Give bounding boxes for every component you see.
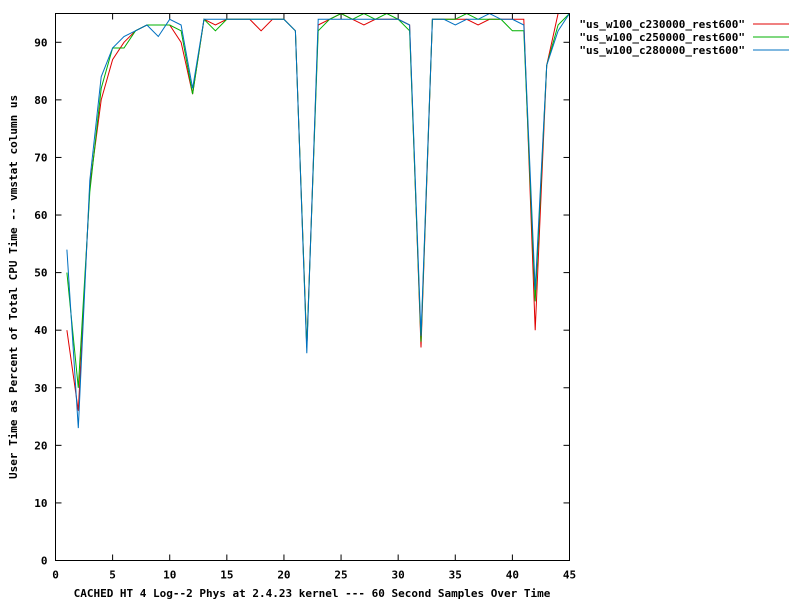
x-tick-label: 35: [449, 569, 462, 582]
y-tick-label: 90: [34, 36, 47, 49]
series-line-1: [66, 12, 570, 411]
plot-frame: [55, 13, 570, 561]
x-tick-label: 25: [334, 569, 347, 582]
series-line-2: [66, 12, 570, 388]
x-tick-label: 30: [392, 569, 405, 582]
y-tick-label: 10: [34, 497, 47, 510]
series-lines: [66, 12, 570, 429]
x-tick-label: 5: [109, 569, 116, 582]
x-tick-label: 0: [52, 569, 59, 582]
legend: "us_w100_c230000_rest600""us_w100_c25000…: [579, 18, 789, 57]
y-axis-label: User Time as Percent of Total CPU Time -…: [7, 95, 20, 479]
legend-label: "us_w100_c280000_rest600": [579, 44, 745, 57]
legend-label: "us_w100_c250000_rest600": [579, 31, 745, 44]
y-tick-label: 50: [34, 267, 47, 280]
y-tick-label: 60: [34, 209, 47, 222]
line-chart: 0 5 10 15 20 25 30 35 40 45 0 10 20 30 40 50 60 70 80 90 "u…: [7, 12, 789, 600]
x-axis-label: CACHED HT 4 Log--2 Phys at 2.4.23 kernel…: [74, 587, 551, 600]
x-tick-label: 40: [506, 569, 519, 582]
series-line-3: [66, 12, 570, 429]
y-tick-label: 0: [41, 555, 48, 568]
y-tick-label: 30: [34, 382, 47, 395]
legend-label: "us_w100_c230000_rest600": [579, 18, 745, 31]
y-tick-label: 40: [34, 324, 47, 337]
y-tick-label: 80: [34, 94, 47, 107]
x-tick-label: 15: [220, 569, 233, 582]
y-tick-label: 70: [34, 151, 47, 164]
x-tick-label: 45: [563, 569, 576, 582]
x-tick-label: 20: [277, 569, 290, 582]
y-tick-label: 20: [34, 439, 47, 452]
x-tick-label: 10: [163, 569, 176, 582]
